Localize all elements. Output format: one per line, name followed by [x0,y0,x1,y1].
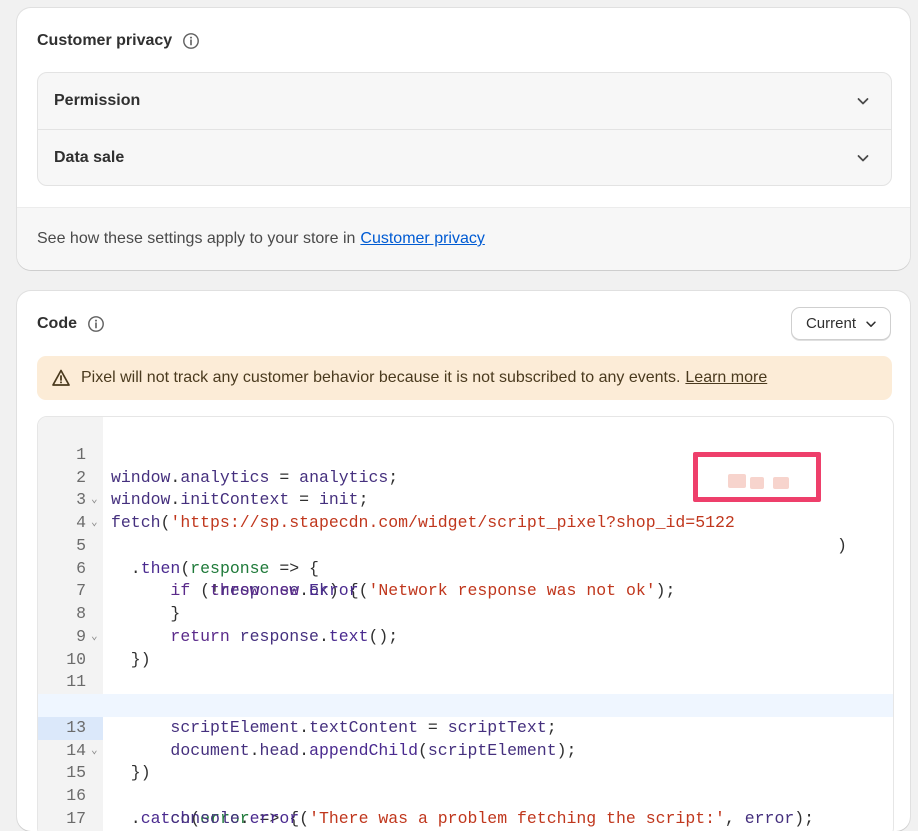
code-line-active: 13 document.head.appendChild(scriptEleme… [38,694,893,717]
code-line: 1 window.analytics = analytics; [38,421,893,444]
permission-accordion-item[interactable]: Permission [38,73,891,129]
customer-privacy-title: Customer privacy [37,32,172,50]
privacy-settings-accordion: Permission Data sale [37,72,892,186]
code-editor[interactable]: 1 window.analytics = analytics; 2 window… [37,416,894,831]
code-line: 16 console.error('There was a problem fe… [38,762,893,785]
version-label: Current [806,315,856,332]
warning-banner: Pixel will not track any customer behavi… [37,356,892,400]
code-line: 15 ⌄ .catch(error => { [38,740,893,763]
line-number: 17 [38,808,103,831]
privacy-footer-text: See how these settings apply to your sto… [37,230,355,248]
code-line: 10 ⌄ .then(scriptText => { [38,626,893,649]
customer-privacy-heading: Customer privacy [37,32,200,50]
info-circle-icon[interactable] [182,32,200,50]
warning-banner-text: Pixel will not track any customer behavi… [81,369,680,386]
privacy-footer: See how these settings apply to your sto… [17,207,910,270]
code-line: 14 }) [38,717,893,740]
code-text: console.error('There was a problem fetch… [111,808,814,831]
data-sale-accordion-item[interactable]: Data sale [38,129,891,185]
code-line: 12 scriptElement.textContent = scriptTex… [38,671,893,694]
customer-privacy-link[interactable]: Customer privacy [360,230,484,248]
fold-toggle-icon[interactable]: ⌄ [91,626,98,649]
version-select-button[interactable]: Current [791,307,891,340]
data-sale-label: Data sale [54,149,124,167]
alert-triangle-icon [51,368,71,388]
fold-toggle-icon[interactable]: ⌄ [91,489,98,512]
code-line: 17 }); [38,785,893,808]
chevron-down-icon [855,150,871,166]
code-line: 6 throw new Error('Network response was … [38,535,893,558]
code-line: 7 } [38,558,893,581]
permission-label: Permission [54,92,140,110]
code-card: Code Current Pixel will not track any cu… [17,291,910,831]
code-heading: Code [37,315,105,333]
fold-toggle-icon[interactable]: ⌄ [91,740,98,763]
highlight-annotation-box [693,452,821,502]
customer-privacy-card: Customer privacy Permission Data sale Se… [17,8,910,270]
code-line: 9 }) [38,603,893,626]
info-circle-icon[interactable] [87,315,105,333]
chevron-down-icon [855,93,871,109]
code-line: 11 const scriptElement = document.create… [38,649,893,672]
fold-toggle-icon[interactable]: ⌄ [91,512,98,535]
learn-more-link[interactable]: Learn more [685,369,767,386]
chevron-down-icon [864,317,878,331]
code-line: 8 return response.text(); [38,580,893,603]
code-line: 5 ⌄ if (!response.ok) { [38,512,893,535]
code-title: Code [37,315,77,333]
